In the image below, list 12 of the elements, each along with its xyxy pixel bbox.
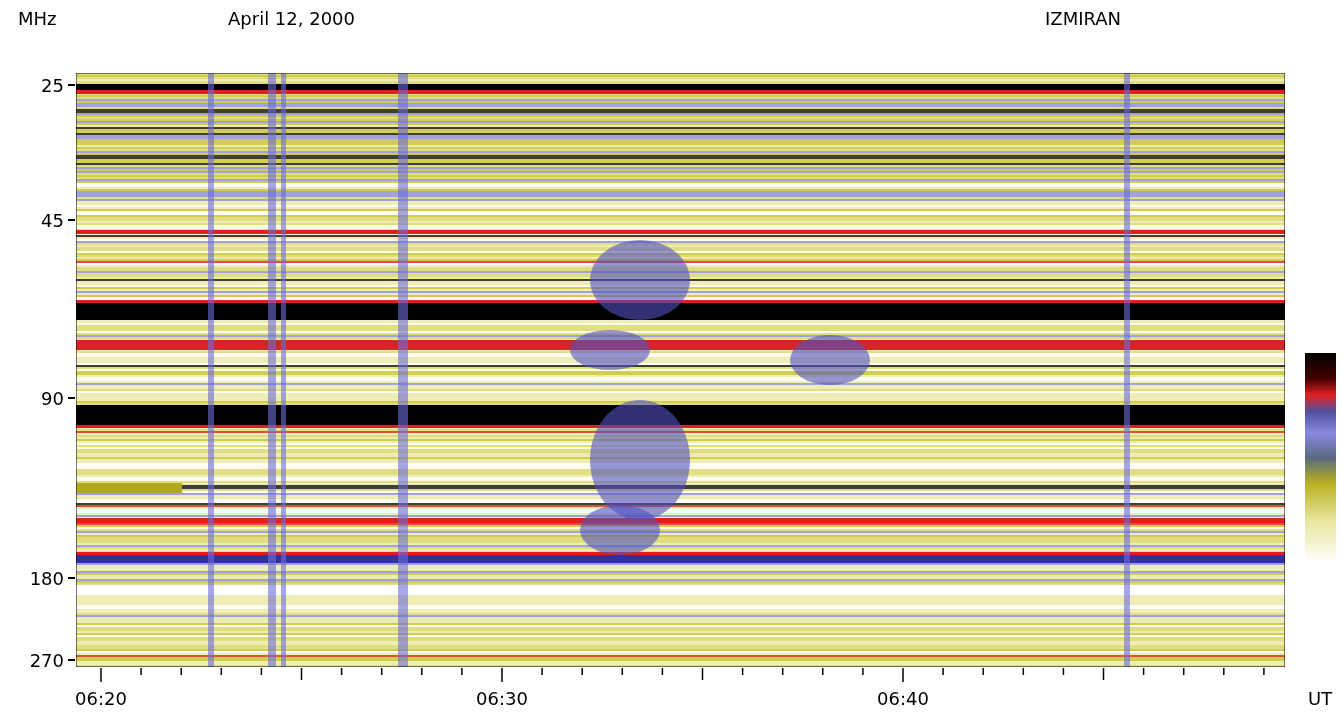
y-tick-label: 270 <box>29 650 64 671</box>
axis-unit-label: UT <box>1308 688 1333 709</box>
y-tick-label: 180 <box>29 568 64 589</box>
y-tick-label: 25 <box>41 75 64 96</box>
date-title: April 12, 2000 <box>228 8 356 29</box>
y-tick-label: 90 <box>41 388 64 409</box>
x-tick-label: 06:30 <box>476 688 528 709</box>
axis-unit-label: MHz <box>18 8 57 29</box>
x-tick-label: 06:40 <box>877 688 929 709</box>
station-label: IZMIRAN <box>1045 8 1122 29</box>
x-tick-label: 06:20 <box>75 688 127 709</box>
y-tick-label: 45 <box>41 210 64 231</box>
